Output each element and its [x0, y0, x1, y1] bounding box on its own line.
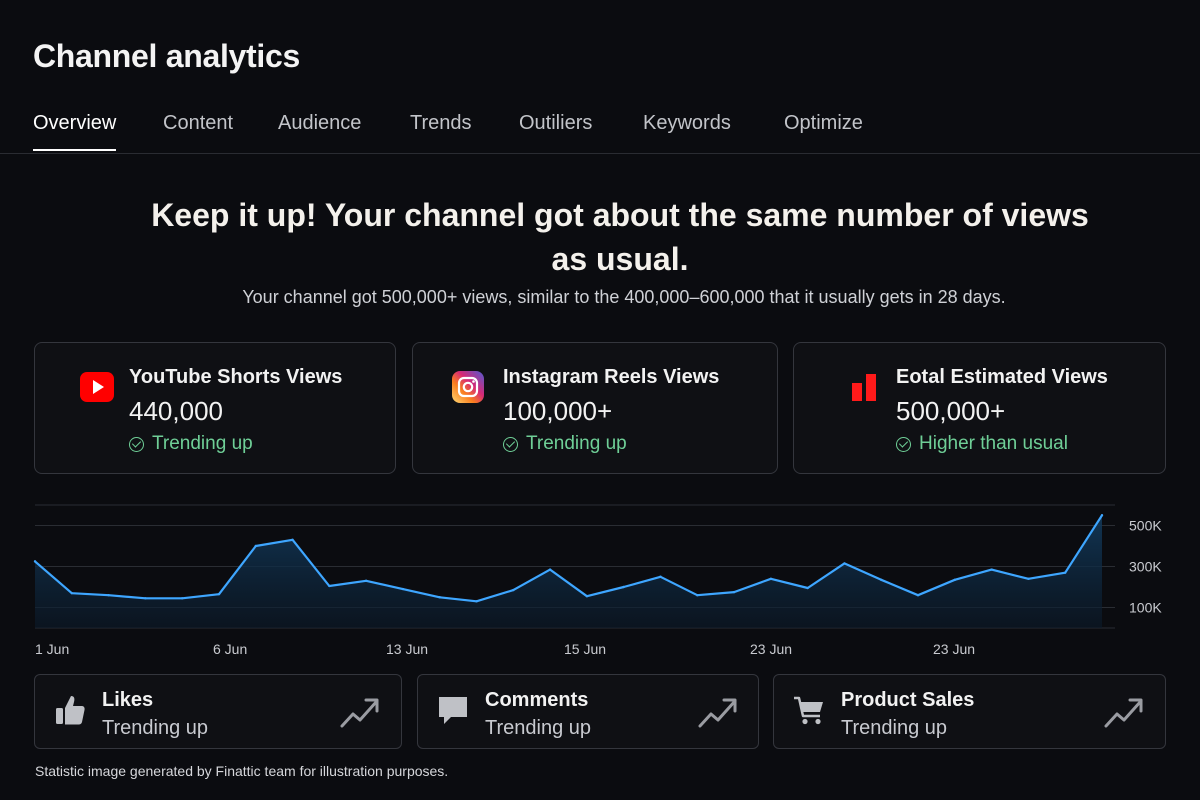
youtube-icon [80, 372, 114, 402]
chart-point [70, 591, 73, 595]
trend-up-icon [1104, 698, 1143, 728]
chart-point [769, 577, 773, 580]
chart-point [401, 587, 405, 591]
views-area [35, 515, 1102, 628]
x-tick-label: 15 Jun [564, 641, 606, 657]
chart-point [806, 586, 809, 590]
metric-card-likes[interactable]: Likes Trending up [34, 674, 402, 749]
stat-card-youtube[interactable]: YouTube Shorts Views 440,000 Trending up [34, 342, 396, 474]
metric-card-label: Comments [485, 689, 589, 711]
stat-card-status-text: Trending up [526, 433, 627, 454]
chart-point [990, 568, 993, 571]
chart-point [732, 590, 736, 594]
check-circle-icon [896, 436, 911, 452]
chart-point [622, 585, 625, 589]
chart-point [107, 594, 110, 597]
summary-subline: Your channel got 500,000+ views, similar… [242, 287, 1006, 307]
x-tick-label: 13 Jun [386, 641, 428, 657]
chart-point [475, 600, 478, 603]
tab-optimize[interactable]: Optimize [784, 112, 863, 149]
summary-headline: Keep it up! Your channel got about the s… [0, 193, 1200, 281]
views-chart: 500K 300K 100K 1 Jun 6 Jun 13 Jun 15 Jun 23 Ju… [33, 504, 1162, 657]
instagram-icon [452, 371, 484, 403]
stat-card-value: 500,000+ [896, 396, 1006, 426]
y-tick-label: 100K [1129, 600, 1162, 616]
stat-card-status: Higher than usual [896, 433, 1068, 455]
x-tick-label: 6 Jun [213, 641, 247, 657]
chart-point [254, 544, 257, 548]
cart-icon [794, 696, 823, 725]
metric-card-product-sales[interactable]: Product Sales Trending up [773, 674, 1166, 749]
stat-card-label: Eotal Estimated Views [896, 366, 1108, 388]
summary-headline-line2: as usual. [551, 241, 689, 277]
chart-point [1064, 571, 1067, 574]
tab-overview[interactable]: Overview [33, 112, 117, 151]
chart-point [548, 568, 552, 571]
chart-point [843, 562, 846, 565]
metric-card-status: Trending up [102, 717, 208, 739]
stat-card-status: Trending up [503, 433, 627, 455]
x-tick-label: 23 Jun [933, 641, 975, 657]
chart-point [364, 579, 368, 583]
chart-point [217, 592, 221, 596]
tab-content[interactable]: Content [163, 112, 233, 149]
tab-keywords[interactable]: Keywords [643, 112, 731, 149]
summary-headline-line1: Keep it up! Your channel got about the s… [151, 197, 1089, 233]
comment-icon [439, 697, 467, 724]
stat-card-value: 440,000 [129, 396, 223, 426]
page-title: Channel analytics [33, 38, 300, 74]
tab-bar: Overview Content Audience Trends Outilie… [0, 104, 1200, 154]
chart-point [1100, 514, 1104, 517]
y-tick-label: 500K [1129, 518, 1162, 534]
chart-point [291, 538, 294, 542]
chart-point [144, 597, 147, 600]
chart-point [696, 594, 699, 597]
tab-outliers[interactable]: Outiliers [519, 112, 592, 149]
stat-card-label: YouTube Shorts Views [129, 366, 343, 388]
stat-card-status-text: Higher than usual [919, 433, 1068, 454]
tab-audience[interactable]: Audience [278, 112, 361, 149]
x-tick-label: 1 Jun [35, 641, 69, 657]
stat-card-instagram[interactable]: Instagram Reels Views 100,000+ Trending … [412, 342, 778, 474]
y-tick-label: 300K [1129, 559, 1162, 575]
trend-up-icon [340, 698, 379, 728]
x-tick-label: 23 Jun [750, 641, 792, 657]
stat-card-status: Trending up [129, 433, 253, 455]
chart-point [512, 588, 515, 592]
chart-point [659, 575, 662, 578]
metric-card-label: Product Sales [841, 689, 975, 711]
chart-point [916, 594, 920, 597]
chart-point [953, 578, 957, 582]
thumbs-up-icon [56, 696, 85, 725]
metric-card-label: Likes [102, 689, 154, 711]
chart-point [1027, 577, 1030, 580]
chart-point [33, 560, 37, 563]
chart-point [585, 595, 589, 598]
metric-card-status: Trending up [841, 717, 947, 739]
trend-up-icon [698, 698, 737, 728]
bar-chart-icon [852, 374, 876, 401]
metric-card-comments[interactable]: Comments Trending up [417, 674, 759, 749]
footnote: Statistic image generated by Finattic te… [35, 763, 449, 779]
chart-point [880, 578, 883, 582]
chart-point [328, 584, 331, 588]
stat-card-value: 100,000+ [503, 396, 613, 426]
chart-point [180, 597, 184, 600]
stat-card-label: Instagram Reels Views [503, 366, 720, 388]
tab-trends[interactable]: Trends [410, 112, 472, 149]
stat-card-total[interactable]: Eotal Estimated Views 500,000+ Higher th… [793, 342, 1166, 474]
check-circle-icon [129, 436, 144, 452]
chart-point [438, 596, 441, 599]
check-circle-icon [503, 436, 518, 452]
stat-card-status-text: Trending up [152, 433, 253, 454]
metric-card-status: Trending up [485, 717, 591, 739]
